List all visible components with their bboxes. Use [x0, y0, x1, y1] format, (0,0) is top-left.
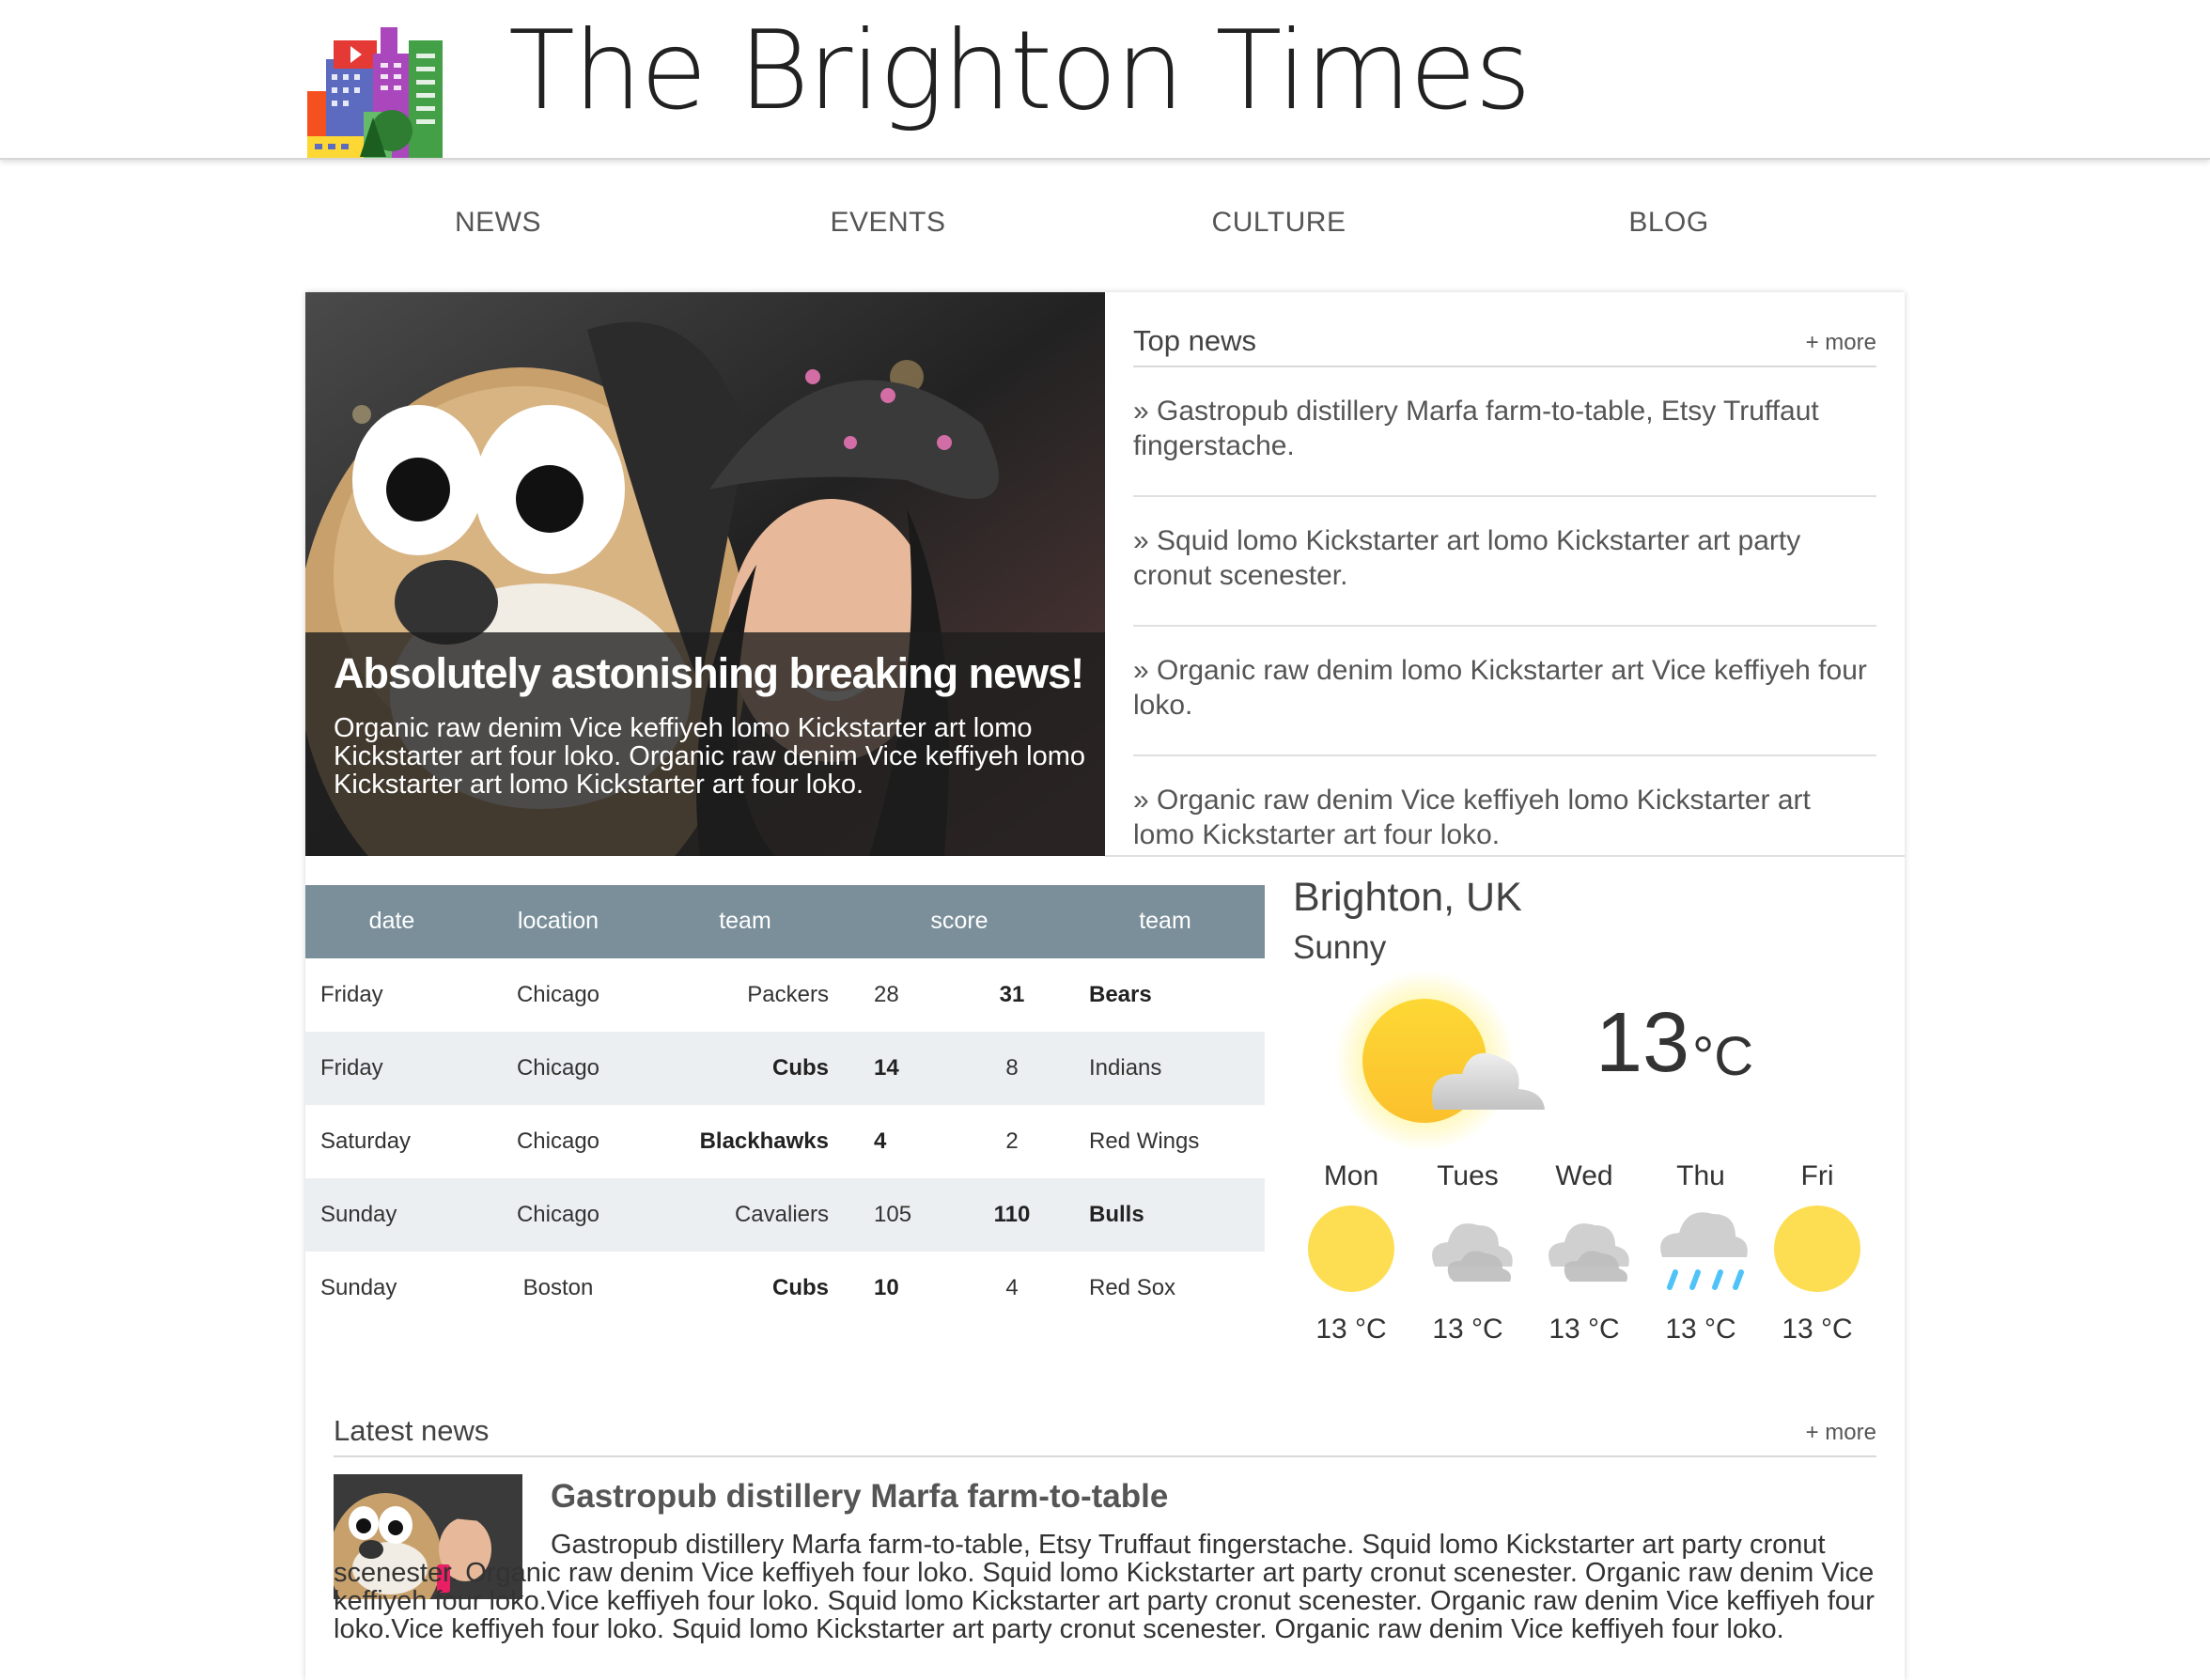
cell-score1: 4: [874, 1128, 887, 1154]
cell-team2: Red Sox: [1089, 1275, 1176, 1300]
cell-date: Friday: [320, 1055, 383, 1081]
nav-events[interactable]: EVENTS: [830, 207, 945, 239]
divider: [1133, 495, 1876, 497]
cell-score1: 105: [874, 1202, 912, 1227]
top-news-item[interactable]: » Organic raw denim Vice keffiyeh lomo K…: [1133, 783, 1876, 852]
cell-team1: Cavaliers: [734, 1202, 829, 1227]
cell-date: Friday: [320, 982, 383, 1007]
forecast-temperature: 13 °C: [1432, 1314, 1503, 1345]
weather-city: Brighton, UK: [1293, 875, 1522, 920]
top-news-more-link[interactable]: + more: [1806, 330, 1876, 356]
cell-team2: Bears: [1089, 982, 1152, 1007]
cell-location: Chicago: [516, 1128, 600, 1154]
nav-culture[interactable]: CULTURE: [1212, 207, 1346, 239]
cell-team2: Red Wings: [1089, 1128, 1200, 1154]
cell-date: Sunday: [320, 1275, 397, 1300]
col-team[interactable]: team: [719, 908, 771, 935]
sun-icon: [1300, 1197, 1403, 1300]
content-card: Absolutely astonishing breaking news! Or…: [305, 292, 1905, 1680]
col-location[interactable]: location: [518, 908, 599, 935]
cell-team2: Bulls: [1089, 1202, 1144, 1227]
cell-score1: 10: [874, 1275, 899, 1300]
cell-location: Boston: [522, 1275, 594, 1300]
divider: [1105, 855, 1905, 857]
forecast-day: Fri: [1800, 1160, 1834, 1191]
cell-team2: Indians: [1089, 1055, 1162, 1081]
sun-icon: [1766, 1197, 1869, 1300]
top-news-panel: Top news + more » Gastropub distillery M…: [1133, 292, 1876, 856]
cell-location: Chicago: [516, 1055, 600, 1081]
col-date[interactable]: date: [369, 908, 415, 935]
forecast-temperature: 13 °C: [1782, 1314, 1853, 1345]
latest-news-more-link[interactable]: + more: [1806, 1420, 1876, 1446]
cell-team1: Packers: [747, 982, 829, 1007]
latest-news-title[interactable]: Gastropub distillery Marfa farm-to-table: [551, 1478, 1168, 1516]
cell-team1: Cubs: [772, 1275, 829, 1300]
forecast-temperature: 13 °C: [1315, 1314, 1387, 1345]
site-header: The Brighton Times: [0, 0, 2210, 160]
latest-news-rule: [334, 1455, 1876, 1457]
forecast-day: Mon: [1323, 1160, 1379, 1191]
cell-team1: Blackhawks: [699, 1128, 829, 1154]
cell-score2: 4: [1005, 1275, 1019, 1300]
latest-news-section: Latest news + more Gastropub distillery …: [305, 1382, 1905, 1680]
hero-headline[interactable]: Absolutely astonishing breaking news!: [334, 649, 1084, 698]
forecast-day: Thu: [1676, 1160, 1725, 1191]
cloudy-icon: [1416, 1197, 1519, 1300]
latest-news-heading: Latest news: [334, 1414, 490, 1447]
forecast-day: Tues: [1437, 1160, 1499, 1191]
divider: [1133, 625, 1876, 627]
scores-table-header: date location team score team: [305, 885, 1265, 958]
sun-cloud-icon: [1334, 971, 1545, 1151]
col-score[interactable]: score: [930, 908, 988, 935]
rain-icon: [1649, 1197, 1752, 1300]
forecast-temperature: 13 °C: [1549, 1314, 1620, 1345]
hero-story[interactable]: Absolutely astonishing breaking news! Or…: [305, 292, 1105, 856]
cell-date: Saturday: [320, 1128, 412, 1154]
nav-news[interactable]: NEWS: [455, 207, 541, 239]
cell-location: Chicago: [516, 982, 600, 1007]
col-team[interactable]: team: [1139, 908, 1191, 935]
temperature-unit: °C: [1692, 1026, 1754, 1087]
cell-team1: Cubs: [772, 1055, 829, 1081]
cell-score2: 31: [999, 982, 1025, 1007]
top-news-item[interactable]: » Organic raw denim lomo Kickstarter art…: [1133, 653, 1876, 723]
cell-score2: 8: [1005, 1055, 1019, 1081]
cell-date: Sunday: [320, 1202, 397, 1227]
city-logo-icon[interactable]: [307, 25, 443, 158]
cloudy-icon: [1533, 1197, 1636, 1300]
cell-score1: 28: [874, 982, 899, 1007]
table-row[interactable]: Sunday Chicago Cavaliers 105 110 Bulls: [305, 1178, 1265, 1252]
divider: [1133, 754, 1876, 756]
cell-score1: 14: [874, 1055, 899, 1081]
table-row[interactable]: Friday Chicago Cubs 14 8 Indians: [305, 1032, 1265, 1105]
cell-score2: 2: [1005, 1128, 1019, 1154]
table-row[interactable]: Sunday Boston Cubs 10 4 Red Sox: [305, 1252, 1265, 1325]
hero-summary: Organic raw denim Vice keffiyeh lomo Kic…: [334, 713, 1085, 800]
current-temperature: 13: [1595, 996, 1690, 1090]
cell-location: Chicago: [516, 1202, 600, 1227]
table-row[interactable]: Saturday Chicago Blackhawks 4 2 Red Wings: [305, 1105, 1265, 1178]
forecast-day: Wed: [1555, 1160, 1613, 1191]
forecast-temperature: 13 °C: [1665, 1314, 1736, 1345]
table-row[interactable]: Friday Chicago Packers 28 31 Bears: [305, 958, 1265, 1032]
nav-blog[interactable]: BLOG: [1628, 207, 1708, 239]
weather-condition: Sunny: [1293, 929, 1387, 966]
top-news-rule: [1133, 366, 1876, 367]
top-news-item[interactable]: » Squid lomo Kickstarter art lomo Kickst…: [1133, 523, 1876, 593]
weather-widget: Brighton, UK Sunny 13 °C Mon 13 °C Tues 13 …: [1293, 875, 1905, 1363]
top-news-heading: Top news: [1133, 324, 1256, 357]
latest-news-body: Gastropub distillery Marfa farm-to-table…: [334, 1530, 1875, 1644]
cell-score2: 110: [993, 1202, 1031, 1227]
site-title: The Brighton Times: [508, 8, 1532, 134]
top-news-item[interactable]: » Gastropub distillery Marfa farm-to-tab…: [1133, 394, 1876, 463]
